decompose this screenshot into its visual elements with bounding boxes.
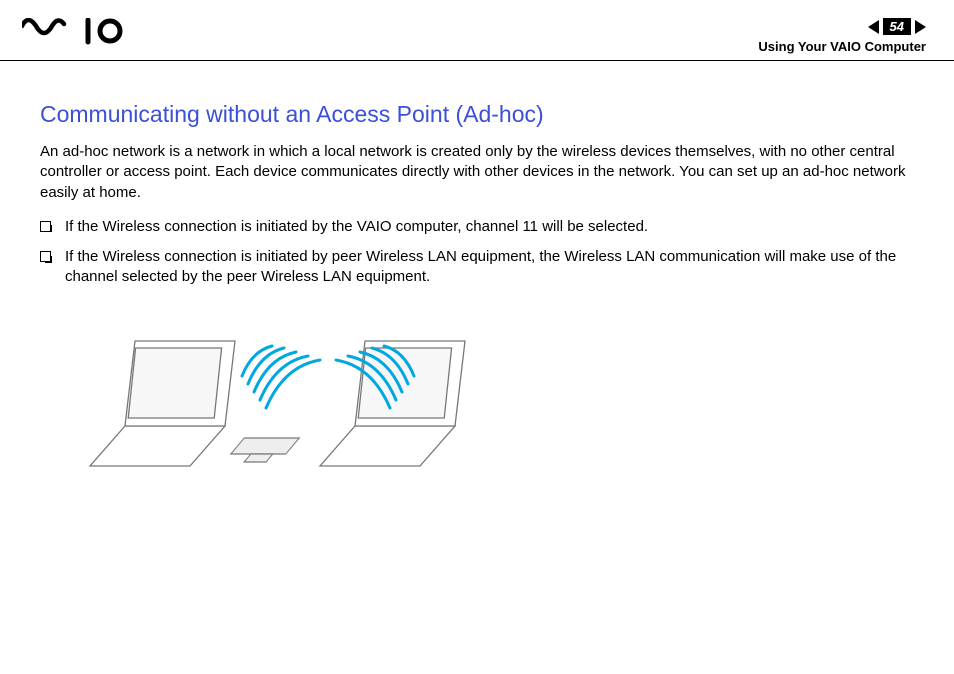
list-item: If the Wireless connection is initiated …	[40, 247, 922, 288]
intro-paragraph: An ad-hoc network is a network in which …	[40, 142, 922, 203]
breadcrumb: Using Your VAIO Computer	[758, 39, 926, 54]
vaio-logo	[22, 18, 132, 54]
header-right: 54 Using Your VAIO Computer	[758, 18, 926, 54]
page-nav: 54	[868, 18, 926, 35]
prev-page-arrow-icon[interactable]	[868, 20, 879, 34]
page-content: Communicating without an Access Point (A…	[0, 61, 954, 511]
page-number: 54	[883, 18, 911, 35]
adhoc-illustration	[70, 306, 922, 491]
laptops-wireless-icon	[70, 306, 490, 486]
bullet-icon	[40, 221, 51, 232]
list-item: If the Wireless connection is initiated …	[40, 217, 922, 237]
vaio-logo-icon	[22, 18, 132, 46]
section-title: Communicating without an Access Point (A…	[40, 101, 922, 128]
bullet-icon	[40, 251, 51, 262]
bullet-list: If the Wireless connection is initiated …	[40, 217, 922, 288]
list-item-text: If the Wireless connection is initiated …	[65, 217, 648, 237]
next-page-arrow-icon[interactable]	[915, 20, 926, 34]
page-header: 54 Using Your VAIO Computer	[0, 0, 954, 61]
list-item-text: If the Wireless connection is initiated …	[65, 247, 922, 288]
